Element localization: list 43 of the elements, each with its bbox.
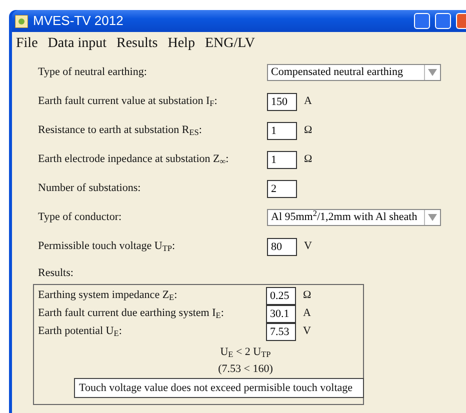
condition-text: U$_{E}$ < 2 U$_{TP}$ (220, 346, 271, 358)
result-field[interactable]: 7.53 (266, 322, 296, 340)
result-label: Earth fault current due earthing system I$_{E}$: (38, 306, 225, 322)
input-field[interactable]: 1 (267, 150, 297, 168)
maximize-button[interactable] (435, 13, 451, 29)
close-button[interactable] (456, 13, 466, 29)
menu-item[interactable]: Data input (48, 32, 106, 54)
field-label: Earth electrode inpedance at substation Z$_{∞}$: (38, 152, 230, 168)
menu-item[interactable]: ENG/LV (204, 32, 255, 54)
result-label: Earth potential U$_{E}$: (38, 324, 123, 340)
unit-label: V (304, 239, 312, 254)
app-icon (15, 14, 28, 28)
result-field[interactable]: 30.1 (266, 304, 296, 322)
field-label: Type of neutral earthing: (38, 65, 148, 80)
field-label: Type of conductor: (38, 210, 123, 226)
result-message: Touch voltage value does not exceed permisible touch voltage (74, 378, 364, 398)
field-label: Number of substations: (38, 181, 142, 196)
dropdown[interactable]: Compensated neutral earthing (267, 64, 441, 81)
caret-icon (428, 69, 437, 76)
caret-icon (428, 214, 437, 221)
result-label: Earthing system impedance Z$_{E}$: (38, 288, 178, 304)
unit-label: A (304, 94, 312, 110)
menu-item[interactable]: Results (116, 32, 158, 54)
unit-label: A (303, 306, 311, 322)
dropdown[interactable]: Al 95mm$^{2}$/1,2mm with Al sheath (267, 209, 441, 226)
unit-label: Ω (303, 288, 312, 304)
field-label: Permissible touch voltage U$_{TP}$: (38, 239, 176, 255)
menu-item[interactable]: File (16, 32, 38, 54)
input-field[interactable]: 2 (267, 180, 297, 198)
results-label: Results: (38, 266, 74, 281)
field-label: Earth fault current value at substation I$_{F}$: (38, 94, 218, 110)
window-title: MVES-TV 2012 (33, 12, 124, 30)
menu-item[interactable]: Help (168, 32, 195, 54)
input-field[interactable]: 80 (267, 238, 297, 256)
result-field[interactable]: 0.25 (266, 286, 296, 304)
unit-label: Ω (304, 123, 312, 138)
input-field[interactable]: 1 (267, 122, 297, 140)
input-field[interactable]: 150 (267, 92, 297, 110)
minimize-button[interactable] (414, 13, 430, 29)
comparison-text: (7.53 < 160) (218, 362, 273, 374)
field-label: Resistance to earth at substation R$_{ES}$: (38, 123, 203, 139)
unit-label: V (303, 324, 311, 340)
unit-label: Ω (304, 152, 312, 168)
